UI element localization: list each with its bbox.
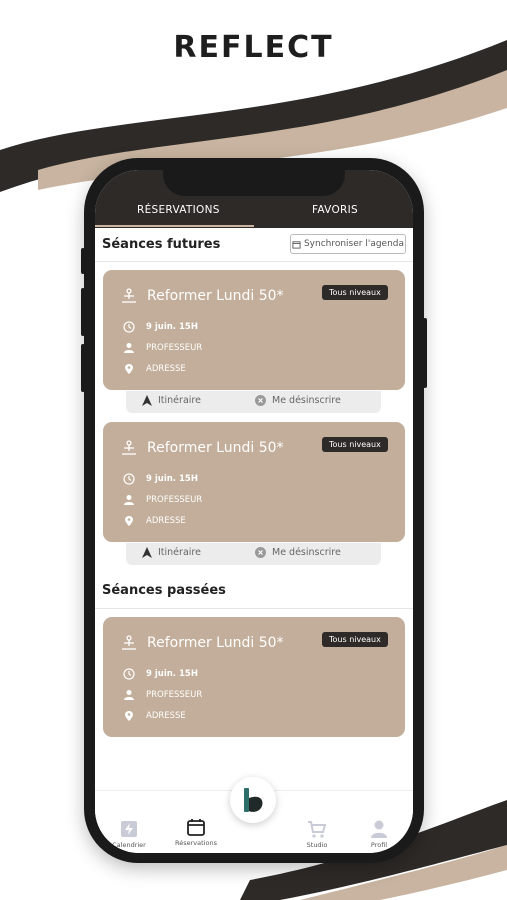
bottom-navigation: Calendrier Réservations Studio Profil bbox=[95, 777, 413, 853]
user-icon bbox=[371, 820, 387, 838]
itinerary-label: Itinéraire bbox=[158, 395, 201, 406]
phone-side-button bbox=[423, 318, 427, 388]
home-brand-button[interactable] bbox=[230, 777, 276, 823]
location-pin-icon bbox=[125, 711, 133, 721]
nav-item-studio[interactable]: Studio bbox=[287, 819, 347, 849]
brand-logo: REFLECT bbox=[173, 30, 334, 65]
session-date: 9 juin. 15H bbox=[146, 474, 198, 484]
session-title: Reformer Lundi 50* bbox=[147, 288, 284, 304]
navigation-arrow-icon bbox=[142, 395, 152, 406]
nav-item-reservations[interactable]: Réservations bbox=[166, 817, 226, 847]
clock-icon bbox=[123, 473, 135, 485]
session-card[interactable]: Reformer Lundi 50* Tous niveaux 9 juin. … bbox=[103, 422, 405, 542]
close-circle-icon bbox=[255, 395, 266, 406]
nav-label-profil: Profil bbox=[370, 841, 388, 849]
session-teacher-row: PROFESSEUR bbox=[123, 342, 202, 354]
session-address-row: ADRESSE bbox=[123, 710, 186, 722]
section-divider bbox=[95, 261, 413, 262]
phone-side-button bbox=[81, 288, 85, 336]
section-divider bbox=[95, 608, 413, 609]
clock-icon bbox=[123, 668, 135, 680]
session-date: 9 juin. 15H bbox=[146, 669, 198, 679]
session-teacher: PROFESSEUR bbox=[146, 690, 203, 700]
nav-label-studio: Studio bbox=[306, 841, 328, 849]
reformer-icon bbox=[122, 635, 136, 650]
unsubscribe-label: Me désinscrire bbox=[272, 547, 341, 558]
location-pin-icon bbox=[125, 516, 133, 526]
tab-reservations[interactable]: RÉSERVATIONS bbox=[137, 204, 220, 216]
person-icon bbox=[124, 343, 134, 353]
phone-side-button bbox=[81, 248, 85, 274]
clock-icon bbox=[123, 321, 135, 333]
session-date-row: 9 juin. 15H bbox=[123, 321, 198, 333]
itinerary-button[interactable]: Itinéraire bbox=[142, 547, 201, 558]
session-date: 9 juin. 15H bbox=[146, 322, 198, 332]
itinerary-button[interactable]: Itinéraire bbox=[142, 395, 201, 406]
session-address-row: ADRESSE bbox=[123, 363, 186, 375]
reformer-icon bbox=[122, 440, 136, 455]
card-action-bar: Itinéraire Me désinscrire bbox=[126, 543, 381, 565]
person-icon bbox=[124, 690, 134, 700]
session-address-row: ADRESSE bbox=[123, 515, 186, 527]
brand-b-icon bbox=[244, 788, 263, 812]
section-title-future: Séances futures bbox=[102, 237, 221, 252]
nav-item-profil[interactable]: Profil bbox=[349, 819, 409, 849]
active-tab-indicator bbox=[95, 225, 254, 227]
itinerary-label: Itinéraire bbox=[158, 547, 201, 558]
card-action-bar: Itinéraire Me désinscrire bbox=[126, 391, 381, 413]
sync-calendar-button[interactable]: Synchroniser l'agenda bbox=[290, 234, 406, 254]
phone-screen: RÉSERVATIONS FAVORIS Séances futures Syn… bbox=[95, 170, 413, 853]
session-teacher-row: PROFESSEUR bbox=[123, 494, 202, 506]
nav-label-reservations: Réservations bbox=[175, 839, 217, 847]
calendar-icon bbox=[187, 819, 205, 836]
unsubscribe-button[interactable]: Me désinscrire bbox=[255, 547, 341, 558]
close-circle-icon bbox=[255, 547, 266, 558]
section-title-past: Séances passées bbox=[102, 583, 226, 598]
session-address: ADRESSE bbox=[146, 711, 186, 721]
navigation-arrow-icon bbox=[142, 547, 152, 558]
unsubscribe-label: Me désinscrire bbox=[272, 395, 341, 406]
level-badge: Tous niveaux bbox=[322, 437, 388, 452]
unsubscribe-button[interactable]: Me désinscrire bbox=[255, 395, 341, 406]
session-date-row: 9 juin. 15H bbox=[123, 473, 198, 485]
session-date-row: 9 juin. 15H bbox=[123, 668, 198, 680]
location-pin-icon bbox=[125, 364, 133, 374]
sync-calendar-label: Synchroniser l'agenda bbox=[303, 239, 405, 249]
nav-label-calendrier: Calendrier bbox=[112, 841, 146, 849]
session-card[interactable]: Reformer Lundi 50* Tous niveaux 9 juin. … bbox=[103, 270, 405, 390]
session-address: ADRESSE bbox=[146, 516, 186, 526]
session-title: Reformer Lundi 50* bbox=[147, 440, 284, 456]
session-title: Reformer Lundi 50* bbox=[147, 635, 284, 651]
person-icon bbox=[124, 495, 134, 505]
session-teacher: PROFESSEUR bbox=[146, 343, 203, 353]
nav-item-calendrier[interactable]: Calendrier bbox=[99, 819, 159, 849]
calendar-small-icon bbox=[292, 240, 301, 249]
level-badge: Tous niveaux bbox=[322, 632, 388, 647]
session-teacher-row: PROFESSEUR bbox=[123, 689, 202, 701]
bolt-calendar-icon bbox=[121, 821, 137, 837]
session-card[interactable]: Reformer Lundi 50* Tous niveaux 9 juin. … bbox=[103, 617, 405, 737]
phone-side-button bbox=[81, 344, 85, 392]
cart-icon bbox=[308, 821, 327, 838]
session-address: ADRESSE bbox=[146, 364, 186, 374]
reformer-icon bbox=[122, 288, 136, 303]
top-tab-bar: RÉSERVATIONS FAVORIS bbox=[95, 170, 413, 228]
level-badge: Tous niveaux bbox=[322, 285, 388, 300]
tab-favoris[interactable]: FAVORIS bbox=[312, 204, 358, 216]
session-teacher: PROFESSEUR bbox=[146, 495, 203, 505]
phone-notch bbox=[163, 170, 345, 196]
